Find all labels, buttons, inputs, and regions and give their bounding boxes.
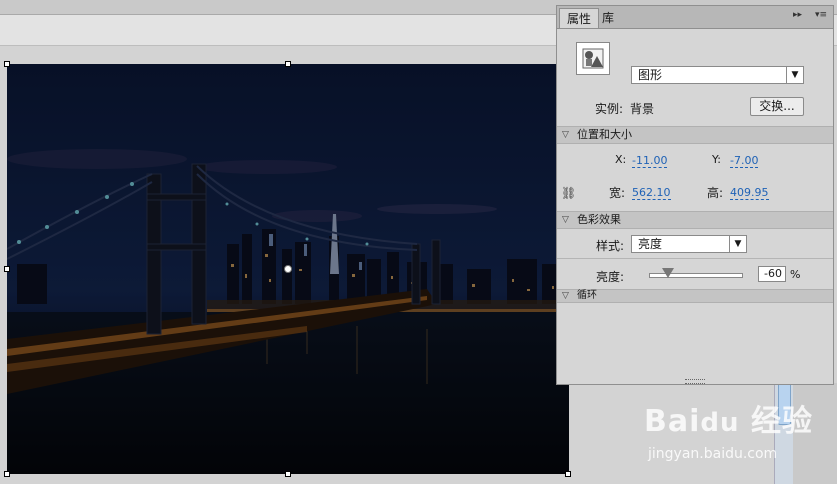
chevron-down-icon: ▼ (786, 67, 803, 83)
x-label: X: (615, 153, 627, 166)
tab-properties[interactable]: 属性 (559, 8, 600, 28)
x-value[interactable]: -11.00 (632, 154, 668, 168)
resize-handle-middle-left[interactable] (4, 266, 10, 272)
width-label: 宽: (609, 186, 626, 200)
brightness-slider[interactable] (649, 268, 743, 278)
graphic-symbol-icon (576, 42, 610, 75)
height-label: 高: (707, 186, 724, 200)
properties-panel: 属性 库 ▸▸ ▾≡ 图形 ▼ 实例: 背景 交换... ▽ 位置和大小 X: … (556, 5, 834, 385)
style-label: 样式: (596, 239, 625, 253)
width-value[interactable]: 562.10 (632, 186, 671, 200)
swap-button[interactable]: 交换... (750, 97, 804, 116)
triangle-down-icon: ▽ (562, 130, 569, 140)
percent-unit: % (790, 268, 801, 281)
baidu-jingyan-watermark-logo: Baidu 经验 (644, 404, 813, 439)
instance-name: 背景 (630, 102, 655, 116)
resize-handle-top-middle[interactable] (285, 61, 291, 67)
y-value[interactable]: -7.00 (730, 154, 759, 168)
slider-thumb[interactable] (662, 268, 675, 278)
resize-handle-bottom-middle[interactable] (285, 471, 291, 477)
section-position-size[interactable]: ▽ 位置和大小 (557, 126, 833, 144)
transform-point[interactable] (284, 265, 292, 273)
watermark-url: jingyan.baidu.com (648, 446, 778, 462)
section-title: 位置和大小 (577, 128, 632, 141)
color-style-value: 亮度 (638, 237, 663, 251)
resize-handle-top-left[interactable] (4, 61, 10, 67)
tab-library[interactable]: 库 (595, 8, 621, 28)
height-value[interactable]: 409.95 (730, 186, 769, 200)
resize-handle-bottom-right[interactable] (565, 471, 571, 477)
symbol-type-select[interactable]: 图形 ▼ (631, 66, 804, 84)
section-title: 色彩效果 (577, 213, 621, 226)
triangle-down-icon: ▽ (562, 215, 569, 225)
brightness-label: 亮度: (596, 270, 625, 284)
panel-resize-grip[interactable] (685, 379, 705, 384)
color-style-select[interactable]: 亮度 ▼ (631, 235, 747, 253)
y-label: Y: (712, 153, 721, 166)
lock-proportions-icon[interactable]: ⛓ (561, 186, 576, 200)
triangle-down-icon: ▽ (562, 291, 569, 301)
chevron-down-icon: ▼ (729, 236, 746, 252)
brightness-input[interactable]: -60 (758, 266, 786, 282)
section-title: 循环 (577, 290, 597, 301)
panel-tab-bar: 属性 库 ▸▸ ▾≡ (557, 6, 833, 29)
collapse-panel-icon[interactable]: ▸▸ (793, 10, 802, 20)
instance-label: 实例: (595, 102, 624, 116)
divider (557, 258, 833, 259)
resize-handle-bottom-left[interactable] (4, 471, 10, 477)
section-color-effect[interactable]: ▽ 色彩效果 (557, 211, 833, 229)
section-loop[interactable]: ▽ 循环 (557, 289, 833, 303)
symbol-type-value: 图形 (638, 68, 663, 82)
panel-menu-icon[interactable]: ▾≡ (815, 10, 827, 20)
